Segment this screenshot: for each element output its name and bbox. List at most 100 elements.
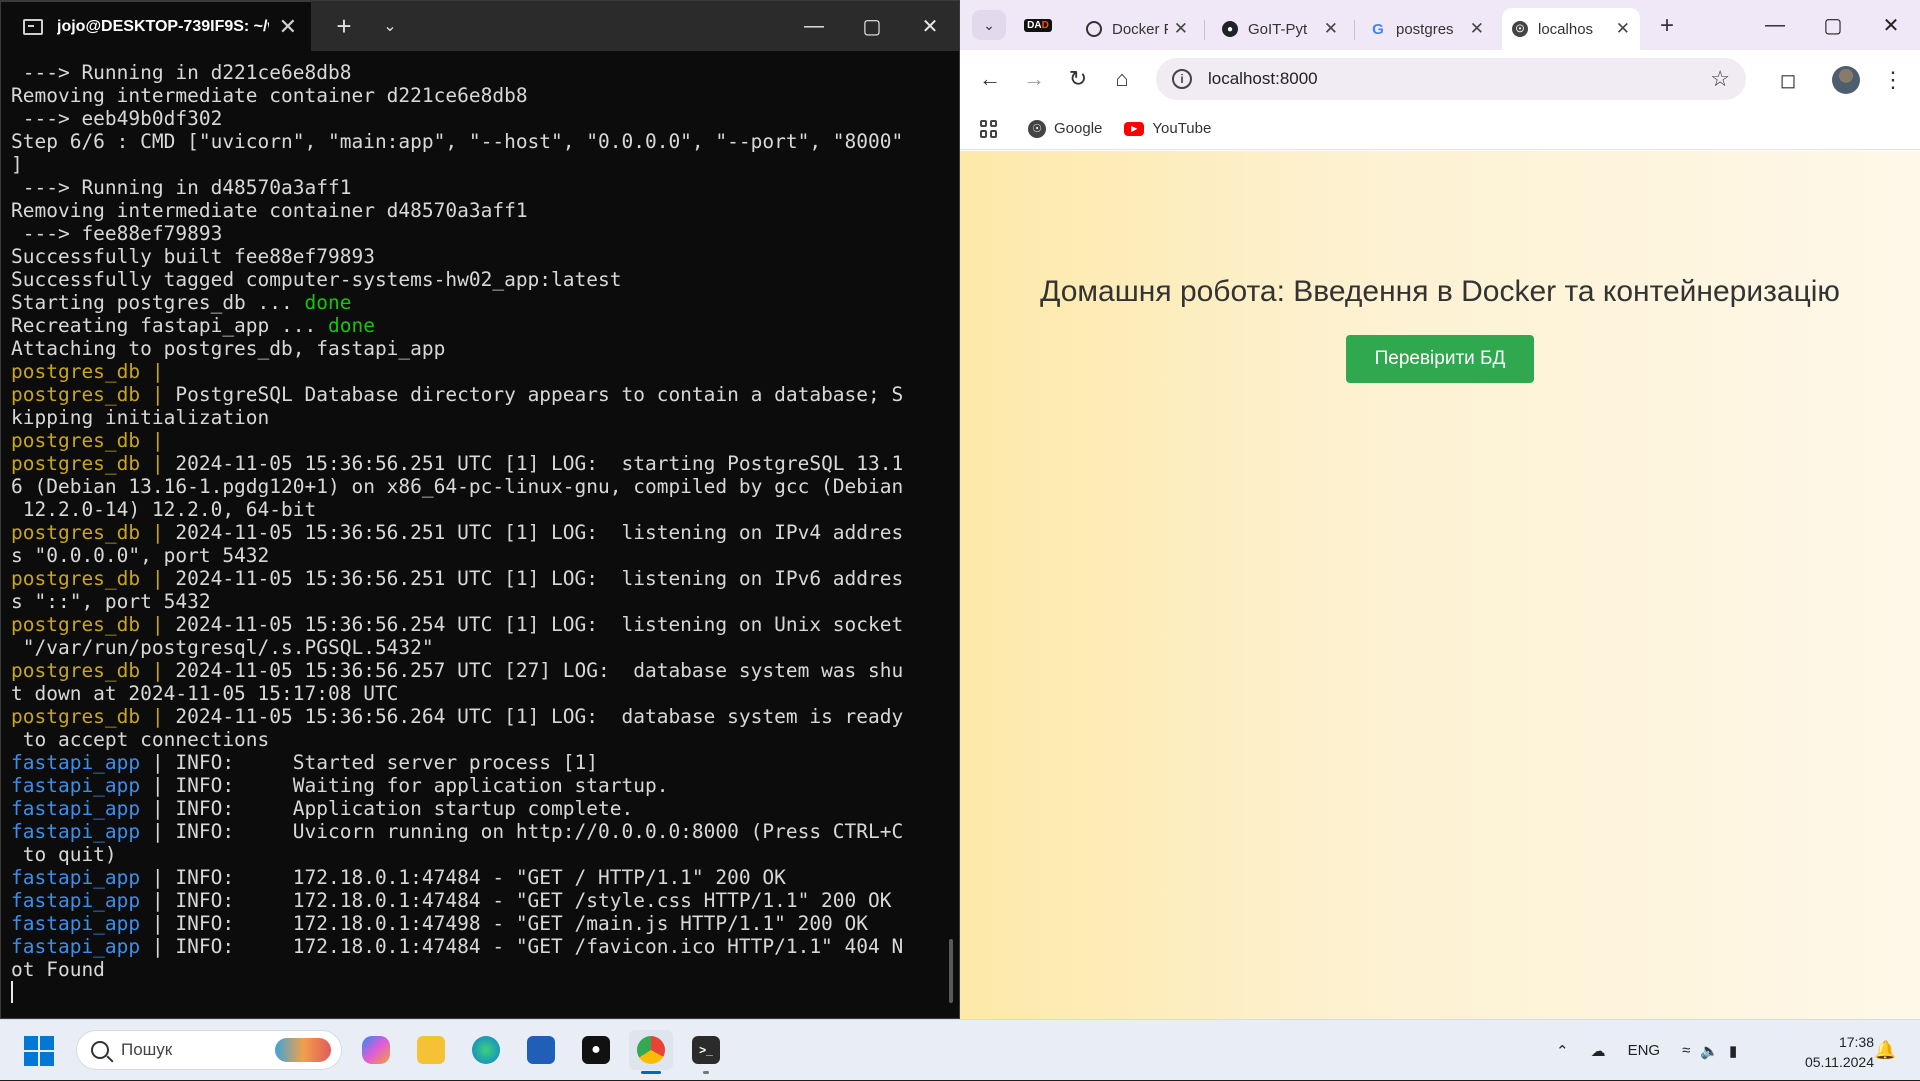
new-tab-button[interactable]: + [1660, 12, 1674, 40]
terminal-dropdown-icon[interactable]: ⌄ [367, 1, 413, 51]
browser-tab-label: Docker F [1112, 20, 1168, 38]
terminal-line-segment: kipping initialization [11, 406, 270, 429]
bookmark-google[interactable]: ☉ Google [1028, 119, 1102, 138]
tab-search-button[interactable]: ⌄ [972, 10, 1006, 40]
terminal-prompt-line[interactable] [11, 981, 959, 1003]
onedrive-offline-icon[interactable]: ☁ [1591, 1042, 1606, 1060]
terminal-line-segment: fastapi_app [11, 774, 141, 797]
browser-menu-kebab-icon[interactable]: ⋮ [1878, 60, 1908, 100]
terminal-titlebar[interactable]: jojo@DESKTOP-739IF9S: ~/wo ✕ + ⌄ — ▢ ✕ [1, 1, 959, 51]
terminal-line-segment: postgres_db | [11, 383, 164, 406]
taskbar-store[interactable] [519, 1030, 563, 1070]
terminal-line-segment: | INFO: Application startup complete. [140, 797, 634, 820]
search-icon [91, 1041, 109, 1059]
chrome-icon [637, 1036, 665, 1064]
chevron-up-icon[interactable]: ⌃ [1556, 1042, 1569, 1060]
browser-window[interactable]: ⌄ DAD Docker F ✕ ● GoIT-Pyt ✕ G postgres… [960, 0, 1920, 1019]
terminal-line-segment: Removing intermediate container d48570a3… [11, 199, 528, 222]
site-info-icon[interactable]: i [1172, 69, 1192, 89]
browser-tab-label: GoIT-Pyt [1248, 20, 1308, 38]
browser-tab-strip[interactable]: ⌄ DAD Docker F ✕ ● GoIT-Pyt ✕ G postgres… [960, 0, 1920, 50]
home-icon[interactable]: ⌂ [1102, 59, 1142, 99]
taskbar-file-explorer[interactable] [409, 1030, 453, 1070]
tab-close-icon[interactable]: ✕ [1470, 19, 1484, 39]
tab-close-icon[interactable]: ✕ [1324, 19, 1338, 39]
terminal-line: Removing intermediate container d48570a3… [11, 199, 959, 222]
terminal-window[interactable]: jojo@DESKTOP-739IF9S: ~/wo ✕ + ⌄ — ▢ ✕ -… [0, 0, 960, 1019]
terminal-tab[interactable]: jojo@DESKTOP-739IF9S: ~/wo ✕ [1, 1, 311, 51]
forward-arrow-icon[interactable]: → [1014, 59, 1054, 99]
browser-tab-localhost[interactable]: ☉ localhos ✕ [1502, 8, 1640, 50]
terminal-line: postgres_db | 2024-11-05 15:36:56.251 UT… [11, 452, 959, 475]
terminal-line: fastapi_app | INFO: 172.18.0.1:47484 - "… [11, 866, 959, 889]
taskbar-github[interactable]: ● [574, 1030, 618, 1070]
taskbar-terminal[interactable]: >_ [684, 1030, 728, 1074]
extensions-puzzle-icon[interactable]: ◻ [1768, 60, 1808, 100]
terminal-new-tab-button[interactable]: + [321, 1, 367, 51]
profile-avatar[interactable] [1832, 66, 1860, 94]
language-indicator[interactable]: ENG [1628, 1042, 1661, 1059]
terminal-line: Recreating fastapi_app ... done [11, 314, 959, 337]
terminal-line: to quit) [11, 843, 959, 866]
browser-tab-goit[interactable]: ● GoIT-Pyt ✕ [1212, 8, 1348, 50]
terminal-maximize-button[interactable]: ▢ [843, 1, 901, 51]
terminal-line-segment: ---> Running in d48570a3aff1 [11, 176, 352, 199]
terminal-close-button[interactable]: ✕ [901, 1, 959, 51]
taskbar-copilot[interactable] [354, 1030, 398, 1070]
terminal-line-segment: | INFO: 172.18.0.1:47484 - "GET / HTTP/1… [140, 866, 786, 889]
taskbar-edge[interactable] [464, 1030, 508, 1070]
terminal-line-segment: Step 6/6 : CMD ["uvicorn", "main:app", "… [11, 130, 904, 153]
browser-minimize-button[interactable]: — [1746, 0, 1804, 50]
terminal-line-segment: ---> Running in d221ce6e8db8 [11, 61, 352, 84]
apps-grid-icon[interactable] [980, 119, 998, 138]
check-db-button[interactable]: Перевірити БД [1346, 335, 1534, 383]
back-arrow-icon[interactable]: ← [970, 59, 1010, 99]
file-explorer-icon [417, 1036, 445, 1064]
bookmark-youtube[interactable]: ▶ YouTube [1124, 120, 1211, 137]
terminal-line: ot Found [11, 958, 959, 981]
terminal-output[interactable]: ---> Running in d221ce6e8db8 Removing int… [1, 51, 959, 1018]
bookmark-star-icon[interactable]: ☆ [1710, 66, 1730, 92]
terminal-line-segment: to accept connections [11, 728, 270, 751]
terminal-line: ---> Running in d48570a3aff1 [11, 176, 959, 199]
terminal-line-segment: postgres_db | [11, 521, 164, 544]
terminal-line: fastapi_app | INFO: Started server proce… [11, 751, 959, 774]
terminal-line-segment: fastapi_app [11, 820, 141, 843]
terminal-line-segment: postgres_db | [11, 360, 164, 383]
terminal-scrollbar[interactable] [949, 939, 953, 1003]
terminal-minimize-button[interactable]: — [785, 1, 843, 51]
browser-maximize-button[interactable]: ▢ [1804, 0, 1862, 50]
openai-icon [1086, 21, 1102, 37]
terminal-line: 12.2.0-14) 12.2.0, 64-bit [11, 498, 959, 521]
browser-close-button[interactable]: ✕ [1862, 0, 1920, 50]
battery-icon[interactable]: ▮ [1729, 1042, 1737, 1060]
address-bar-url[interactable]: localhost:8000 [1208, 69, 1710, 89]
terminal-line-segment: 6 (Debian 13.16-1.pgdg120+1) on x86_64-p… [11, 475, 904, 498]
windows-start-icon[interactable] [24, 1036, 54, 1066]
address-bar[interactable]: i localhost:8000 ☆ [1156, 58, 1746, 100]
taskbar-search-box[interactable]: Пошук [76, 1030, 342, 1070]
youtube-icon: ▶ [1124, 121, 1145, 136]
terminal-line: ---> fee88ef79893 [11, 222, 959, 245]
terminal-icon: >_ [692, 1036, 720, 1064]
wifi-icon[interactable]: ≈ [1682, 1042, 1690, 1059]
taskbar-chrome[interactable] [629, 1030, 673, 1074]
tab-close-icon[interactable]: ✕ [1616, 19, 1630, 39]
browser-tab-docker[interactable]: Docker F ✕ [1076, 8, 1198, 50]
terminal-line-segment: Recreating fastapi_app ... [11, 314, 328, 337]
notification-bell-icon[interactable]: 🔔 [1874, 1040, 1896, 1061]
browser-tab-postgres[interactable]: G postgres ✕ [1360, 8, 1494, 50]
volume-icon[interactable]: 🔈 [1700, 1042, 1719, 1060]
taskbar: Пошук ● >_ ⌃ ☁ ENG ≈ 🔈 ▮ 17:38 05.11.202… [0, 1019, 1920, 1080]
terminal-line-segment: to quit) [11, 843, 117, 866]
tab-close-icon[interactable]: ✕ [1174, 19, 1188, 39]
terminal-line: ] [11, 153, 959, 176]
clock[interactable]: 17:38 05.11.2024 [1786, 1032, 1874, 1072]
terminal-line-segment: postgres_db | [11, 429, 164, 452]
pinned-tab[interactable]: DAD [1024, 15, 1052, 35]
terminal-tab-close-icon[interactable]: ✕ [279, 14, 297, 40]
terminal-line: s "::", port 5432 [11, 590, 959, 613]
pinned-tab-logo-icon: DAD [1024, 18, 1052, 32]
reload-icon[interactable]: ↻ [1058, 59, 1098, 99]
terminal-line: fastapi_app | INFO: Application startup … [11, 797, 959, 820]
